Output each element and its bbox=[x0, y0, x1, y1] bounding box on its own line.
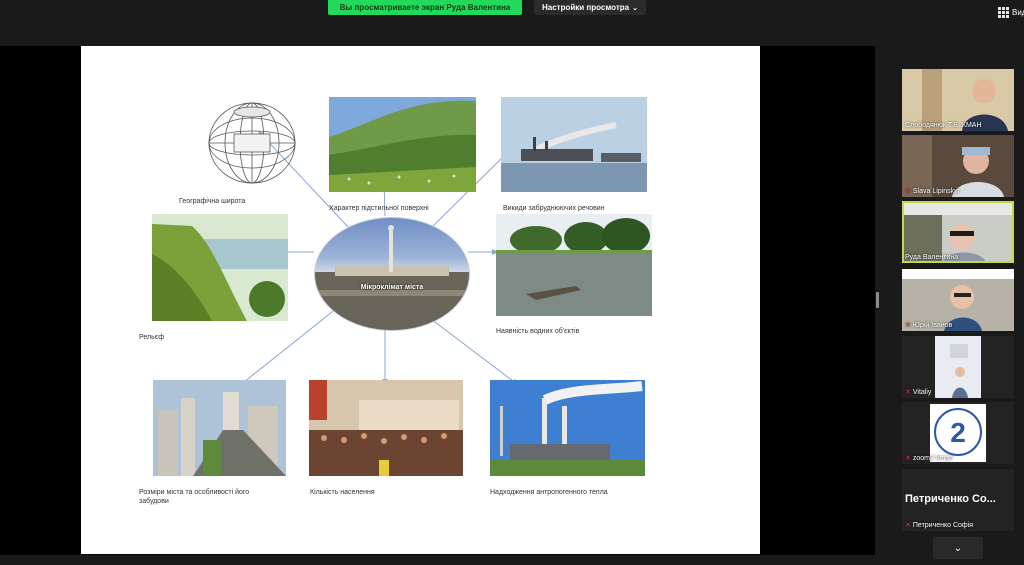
caption-population: Кількість населення bbox=[310, 489, 375, 496]
caption-latitude: Географічна широта bbox=[179, 198, 246, 205]
participant-name: ✕ Vitaliy bbox=[905, 388, 932, 397]
relief-photo bbox=[152, 214, 288, 321]
muted-microphone-icon: ✕ bbox=[905, 522, 911, 529]
participant-name: Слободянюк Т.В. КМАН bbox=[905, 122, 982, 129]
participant-tile[interactable]: Петриченко Со... ✕ Петриченко Софія bbox=[902, 469, 1014, 531]
participant-tile[interactable]: 2 ✕ zoom2 kman bbox=[902, 402, 1014, 464]
participant-display-name: Петриченко Со... bbox=[905, 493, 996, 505]
grid-icon bbox=[998, 6, 1009, 18]
muted-microphone-icon: ✕ bbox=[905, 455, 911, 462]
city-buildings-image bbox=[153, 380, 286, 476]
factory-smoke-image bbox=[501, 97, 647, 192]
panel-resize-handle[interactable] bbox=[876, 292, 879, 308]
caption-size: Розміри міста та особливості його забудо… bbox=[139, 489, 250, 505]
heat-photo bbox=[490, 380, 645, 476]
participant-name: ✕ Юрій Іванов bbox=[905, 321, 953, 330]
power-plant-image bbox=[490, 380, 645, 476]
muted-microphone-icon: ✕ bbox=[905, 322, 911, 329]
participant-tile[interactable]: ✕ Vitaliy bbox=[902, 336, 1014, 398]
crowd-image bbox=[309, 380, 463, 476]
water-photo bbox=[496, 214, 652, 316]
population-photo bbox=[309, 380, 463, 476]
participant-tile[interactable]: Слободянюк Т.В. КМАН bbox=[902, 69, 1014, 131]
muted-microphone-icon: ✕ bbox=[905, 188, 911, 195]
participant-name-label: Юрій Іванов bbox=[912, 321, 953, 329]
participant-name: ✕ zoom2 kman bbox=[905, 454, 953, 463]
city-square-image bbox=[315, 225, 469, 330]
view-toggle-button[interactable]: Вид bbox=[998, 6, 1024, 18]
center-label: Мікроклімат міста bbox=[360, 284, 424, 291]
screen-share-status-banner: Вы просматриваете экран Руда Валентина bbox=[328, 0, 522, 15]
participant-name-label: Vitaliy bbox=[912, 388, 932, 396]
logo-number: 2 bbox=[950, 417, 966, 448]
center-city-photo: Мікроклімат міста bbox=[314, 217, 470, 331]
chevron-down-icon: ⌄ bbox=[953, 542, 963, 554]
caption-heat: Надходження антропогенного тепла bbox=[490, 489, 608, 496]
participant-name: ✕ Slava Lipinskyi bbox=[905, 187, 960, 196]
size-photo bbox=[153, 380, 286, 476]
view-toggle-label: Вид bbox=[1012, 7, 1024, 17]
participant-tile[interactable]: ✕ Slava Lipinskyi bbox=[902, 135, 1014, 197]
participant-tile-active-speaker[interactable]: Руда Валентина bbox=[902, 201, 1014, 263]
caption-relief: Рельєф bbox=[139, 334, 165, 341]
view-options-button[interactable]: Настройки просмотра ⌄ bbox=[534, 0, 646, 15]
participant-name: Руда Валентина bbox=[905, 254, 958, 261]
participant-name-label: zoom2 kman bbox=[912, 454, 953, 462]
cliff-image bbox=[152, 214, 288, 321]
participant-name-label: Слободянюк Т.В. КМАН bbox=[905, 122, 982, 129]
muted-microphone-icon: ✕ bbox=[905, 389, 911, 396]
shared-slide: Географічна широта Характер підстильної … bbox=[81, 46, 760, 554]
participant-tile[interactable]: ✕ Юрій Іванов bbox=[902, 269, 1014, 331]
caption-emissions: Викиди забруднюючих речовин bbox=[503, 205, 605, 212]
globe-image bbox=[204, 98, 300, 188]
participant-name-label: Петриченко Софія bbox=[912, 521, 974, 529]
hill-image bbox=[329, 97, 476, 192]
view-options-label: Настройки просмотра bbox=[541, 3, 630, 12]
participant-name: ✕ Петриченко Софія bbox=[905, 521, 974, 530]
chevron-down-icon: ⌄ bbox=[632, 4, 638, 12]
caption-water: Наявність водних об'єктів bbox=[496, 328, 580, 335]
globe-icon bbox=[208, 102, 296, 184]
surface-photo bbox=[329, 97, 476, 192]
gallery-scroll-down-button[interactable]: ⌄ bbox=[933, 537, 983, 559]
lake-image bbox=[496, 214, 652, 316]
participant-name-label: Руда Валентина bbox=[905, 254, 959, 261]
participant-name-label: Slava Lipinskyi bbox=[912, 187, 960, 195]
emissions-photo bbox=[501, 97, 647, 192]
caption-surface: Характер підстильної поверхні bbox=[329, 205, 429, 212]
